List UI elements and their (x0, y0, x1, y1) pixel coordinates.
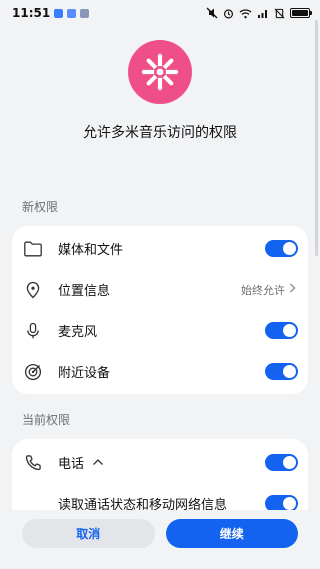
permission-label: 电话 (58, 457, 85, 472)
permission-label: 媒体和文件 (58, 243, 124, 258)
permission-row-microphone[interactable]: 麦克风 (12, 310, 308, 351)
microphone-icon (22, 320, 44, 342)
notification-app-icon (67, 8, 77, 18)
new-permissions-card: 媒体和文件 位置信息 始终允许 麦克风 附近设备 (12, 226, 308, 394)
chevron-up-icon[interactable] (92, 455, 104, 470)
folder-icon (22, 238, 44, 260)
scrollbar[interactable] (315, 20, 318, 256)
permission-row-phone[interactable]: 电话 (12, 442, 308, 483)
mute-icon (206, 7, 218, 19)
permission-row-nearby-devices[interactable]: 附近设备 (12, 351, 308, 392)
status-bar: 11:51 (0, 0, 320, 26)
status-time: 11:51 (12, 6, 51, 20)
chevron-right-icon (289, 283, 296, 296)
cancel-button[interactable]: 取消 (22, 519, 155, 548)
location-icon (22, 279, 44, 301)
battery-icon (290, 8, 312, 18)
nearby-devices-toggle[interactable] (265, 363, 298, 380)
section-title-new-permissions: 新权限 (22, 200, 59, 214)
location-value-text: 始终允许 (241, 283, 285, 297)
page-title: 允许多米音乐访问的权限 (83, 125, 237, 141)
permission-row-media[interactable]: 媒体和文件 (12, 228, 308, 269)
phone-icon (22, 452, 44, 474)
permission-label: 麦克风 (58, 325, 98, 340)
asterisk-app-icon (128, 40, 192, 104)
nearby-devices-icon (22, 361, 44, 383)
media-toggle[interactable] (265, 240, 298, 257)
microphone-toggle[interactable] (265, 322, 298, 339)
notification-app-icon (80, 8, 90, 18)
permission-label: 位置信息 (58, 284, 111, 299)
permission-label: 附近设备 (58, 366, 111, 381)
permission-header: 允许多米音乐访问的权限 (0, 26, 320, 142)
alarm-icon (223, 8, 234, 19)
action-footer: 取消 继续 (0, 510, 320, 569)
no-sim-icon (274, 8, 285, 19)
wifi-icon (239, 8, 252, 19)
section-title-current-permissions: 当前权限 (22, 413, 71, 427)
permission-row-location[interactable]: 位置信息 始终允许 (12, 269, 308, 310)
signal-icon (257, 8, 269, 19)
notification-app-icon (54, 8, 64, 18)
location-value[interactable]: 始终允许 (241, 282, 296, 298)
phone-toggle[interactable] (265, 454, 298, 471)
continue-button[interactable]: 继续 (165, 519, 298, 548)
